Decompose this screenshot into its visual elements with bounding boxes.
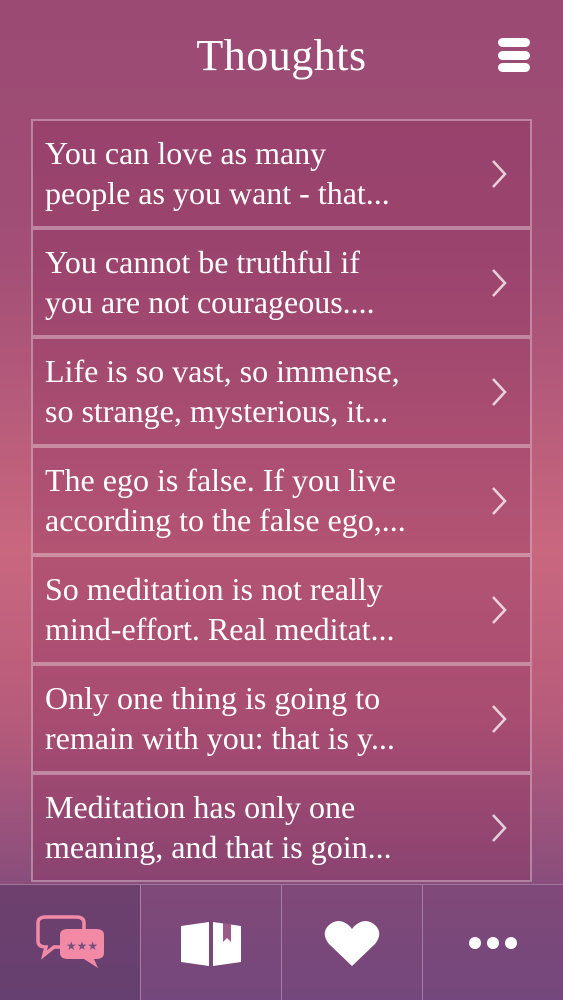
list-item[interactable]: Life is so vast, so immense, so strange, … [31,337,532,446]
list-item[interactable]: You cannot be truthful if you are not cou… [31,228,532,337]
list-item-text: So meditation is not really mind-effort. … [45,571,395,647]
app-header: Thoughts [0,0,563,115]
tab-book[interactable] [140,885,281,1000]
list-item[interactable]: Meditation has only one meaning, and that… [31,773,532,882]
list-item-text: You can love as many people as you want -… [45,135,390,211]
list-item[interactable]: The ego is false. If you live according t… [31,446,532,555]
tab-more[interactable] [422,885,563,1000]
chevron-right-icon [492,704,507,733]
list-item-text: You cannot be truthful if you are not cou… [45,244,375,320]
hamburger-menu-icon[interactable] [498,38,530,72]
thoughts-list: You can love as many people as you want -… [31,119,532,883]
heart-icon [324,920,380,966]
tab-bar: ★★★ [0,884,563,1000]
tab-thoughts[interactable]: ★★★ [0,885,140,1000]
svg-text:★★★: ★★★ [66,939,98,953]
tab-favorites[interactable] [281,885,422,1000]
chevron-right-icon [492,595,507,624]
list-item-text: The ego is false. If you live according t… [45,462,406,538]
chevron-right-icon [492,486,507,515]
book-icon [181,922,241,966]
chevron-right-icon [492,268,507,297]
chevron-right-icon [492,377,507,406]
list-item-text: Life is so vast, so immense, so strange, … [45,353,400,429]
list-item-text: Meditation has only one meaning, and that… [45,789,392,865]
page-title: Thoughts [196,31,367,80]
chevron-right-icon [492,813,507,842]
chat-bubbles-icon: ★★★ [36,915,104,968]
more-icon [469,937,517,949]
list-item[interactable]: So meditation is not really mind-effort. … [31,555,532,664]
list-item[interactable]: Only one thing is going to remain with yo… [31,664,532,773]
list-item[interactable]: You can love as many people as you want -… [31,119,532,228]
chevron-right-icon [492,159,507,188]
list-item-text: Only one thing is going to remain with yo… [45,680,395,756]
